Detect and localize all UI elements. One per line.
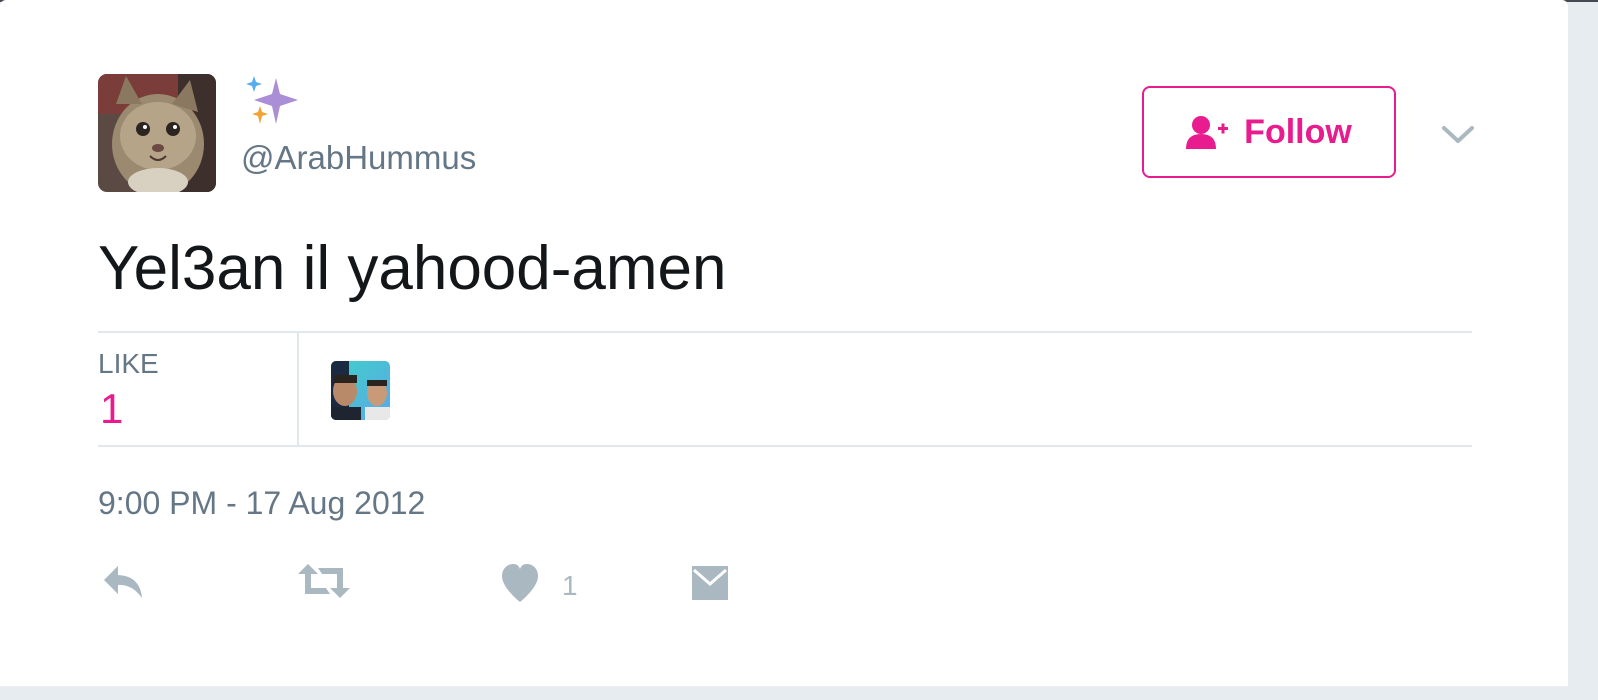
page-background-strip [0,686,1598,700]
tweet-stats: LIKE 1 [98,331,1472,447]
like-button[interactable] [500,562,540,609]
retweet-button[interactable] [298,560,350,607]
reply-icon [104,566,142,598]
author-handle[interactable]: @ArabHummus [241,138,476,178]
liker-avatar[interactable] [331,361,390,420]
sparkles-icon [244,74,304,128]
liker-avatar-image [331,361,390,420]
direct-message-button[interactable] [690,564,730,607]
like-count: 1 [562,570,578,601]
author-avatar[interactable] [98,74,216,192]
tweet-timestamp[interactable]: 9:00 PM - 17 Aug 2012 [98,483,425,523]
retweet-icon [298,564,350,598]
envelope-icon [692,566,728,600]
like-stat[interactable]: LIKE 1 [98,333,299,445]
follow-button-label: Follow [1244,113,1352,151]
heart-icon [502,564,538,602]
follow-person-plus-icon [1186,116,1229,149]
tweet-card: @ArabHummus Follow Yel3an il yahood-amen… [0,0,1568,686]
reply-button[interactable] [100,560,146,607]
tweet-text: Yel3an il yahood-amen [98,234,727,303]
cat-avatar-image [98,74,216,192]
follow-button[interactable]: Follow [1142,86,1396,178]
like-stat-count: 1 [100,385,124,432]
like-stat-label: LIKE [98,348,159,379]
chevron-down-icon[interactable] [1441,124,1475,146]
